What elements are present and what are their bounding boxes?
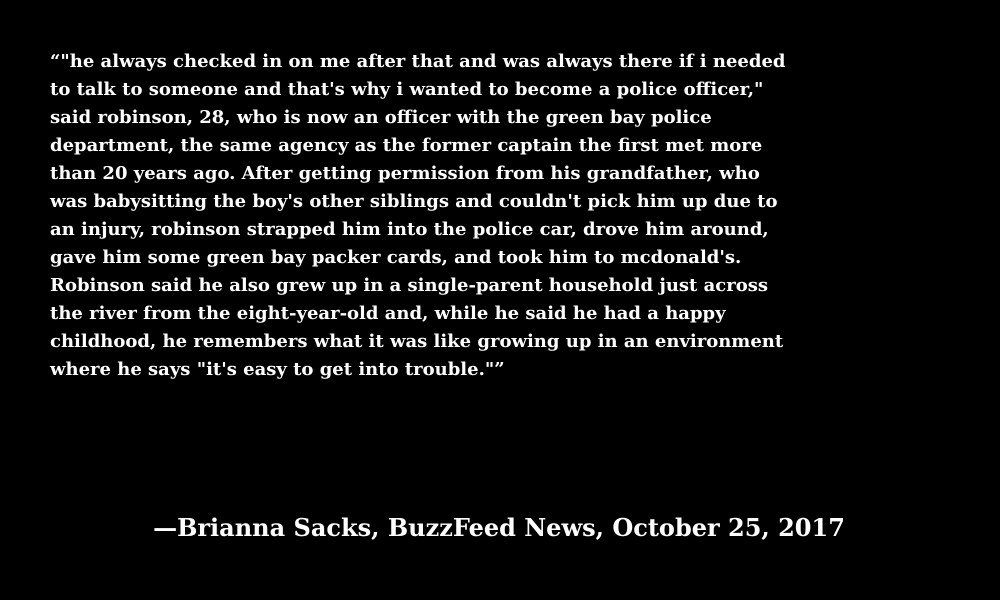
attribution-text: —Brianna Sacks, BuzzFeed News, October 2…	[153, 513, 845, 542]
attribution-line: —Brianna Sacks, BuzzFeed News, October 2…	[0, 510, 1000, 546]
quote-card: “"he always checked in on me after that …	[0, 0, 1000, 600]
quote-text: “"he always checked in on me after that …	[50, 51, 786, 380]
